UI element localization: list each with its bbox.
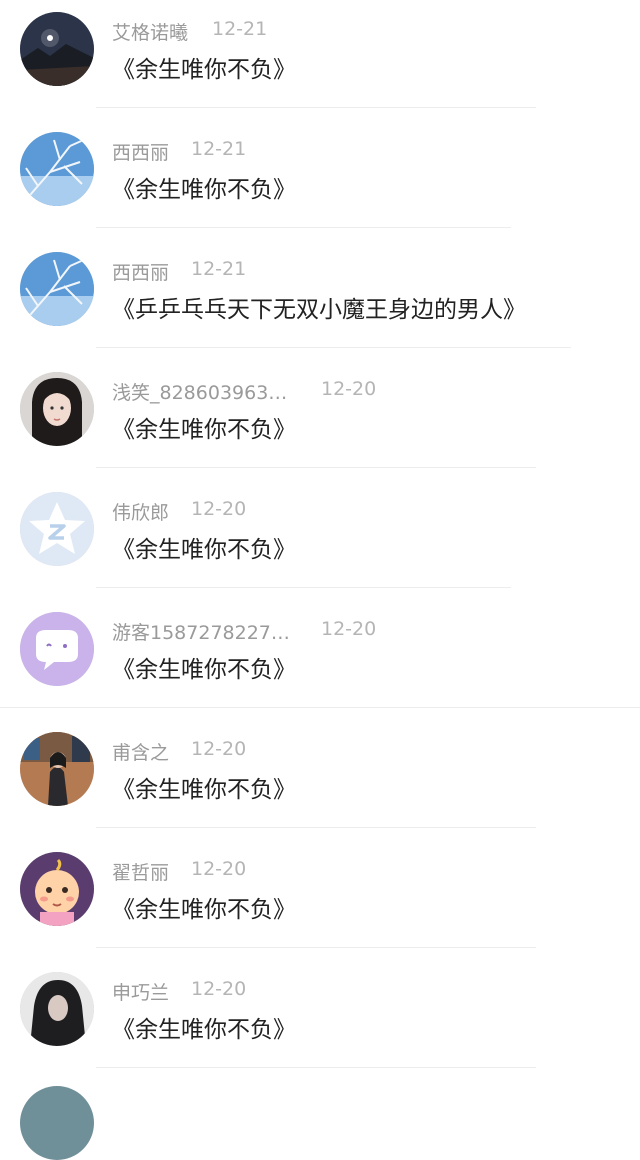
divider <box>96 467 536 468</box>
frost-branches-avatar[interactable] <box>20 252 94 326</box>
comment-item[interactable]: 游客1587278227… 12-20 《余生唯你不负》 <box>0 600 640 720</box>
comment-item[interactable]: 西西丽 12-21 《余生唯你不负》 <box>0 120 640 240</box>
comment-list: 艾格诺曦 12-21 《余生唯你不负》 西西丽 12-21 《余生唯你不负》 西… <box>0 0 640 1080</box>
street-photo-avatar[interactable] <box>20 732 94 806</box>
chat-bubble-avatar[interactable] <box>20 612 94 686</box>
divider <box>96 1067 536 1068</box>
comment-author[interactable]: 艾格诺曦 <box>112 18 188 45</box>
comment-date: 12-20 <box>191 738 247 760</box>
hooded-figure-avatar[interactable] <box>20 972 94 1046</box>
comment-book-title[interactable]: 《余生唯你不负》 <box>112 530 296 564</box>
cartoon-baby-avatar[interactable] <box>20 852 94 926</box>
comment-book-title[interactable]: 《余生唯你不负》 <box>112 50 296 84</box>
comment-book-title[interactable]: 《余生唯你不负》 <box>112 770 296 804</box>
comment-author[interactable]: 游客1587278227… <box>112 618 290 645</box>
comment-item[interactable]: 浅笑_828603963… 12-20 《余生唯你不负》 <box>0 360 640 480</box>
comment-author[interactable]: 西西丽 <box>112 138 169 165</box>
divider <box>96 947 536 948</box>
comment-date: 12-21 <box>212 18 268 40</box>
comment-item[interactable]: 伟欣郎 12-20 《余生唯你不负》 <box>0 480 640 600</box>
comment-book-title[interactable]: 《余生唯你不负》 <box>112 650 296 684</box>
comment-book-title[interactable]: 《余生唯你不负》 <box>112 410 296 444</box>
comment-book-title[interactable]: 《余生唯你不负》 <box>112 170 296 204</box>
comment-date: 12-21 <box>191 138 247 160</box>
comment-author[interactable]: 浅笑_828603963… <box>112 378 287 405</box>
comment-author[interactable]: 甫含之 <box>112 738 169 765</box>
comment-date: 12-21 <box>191 258 247 280</box>
comment-author[interactable]: 西西丽 <box>112 258 169 285</box>
frost-branches-avatar[interactable] <box>20 132 94 206</box>
night-landscape-avatar[interactable] <box>20 12 94 86</box>
comment-item[interactable]: 艾格诺曦 12-21 《余生唯你不负》 <box>0 0 640 120</box>
comment-item[interactable]: 申巧兰 12-20 《余生唯你不负》 <box>0 960 640 1080</box>
comment-date: 12-20 <box>191 978 247 1000</box>
comment-item[interactable]: 西西丽 12-21 《乒乒乓乓天下无双小魔王身边的男人》 <box>0 240 640 360</box>
comment-item[interactable]: 翟哲丽 12-20 《余生唯你不负》 <box>0 840 640 960</box>
comment-author[interactable]: 申巧兰 <box>112 978 169 1005</box>
comment-book-title[interactable]: 《余生唯你不负》 <box>112 1010 296 1044</box>
divider <box>96 827 536 828</box>
comment-item[interactable]: 甫含之 12-20 《余生唯你不负》 <box>0 720 640 840</box>
partial-avatar[interactable] <box>20 1086 94 1160</box>
comment-author[interactable]: 伟欣郎 <box>112 498 169 525</box>
comment-author[interactable]: 翟哲丽 <box>112 858 169 885</box>
divider <box>96 227 511 228</box>
comment-date: 12-20 <box>321 378 377 400</box>
divider <box>0 707 640 708</box>
divider <box>96 587 511 588</box>
portrait-girl-avatar[interactable] <box>20 372 94 446</box>
divider <box>96 347 571 348</box>
default-star-avatar[interactable] <box>20 492 94 566</box>
comment-date: 12-20 <box>191 858 247 880</box>
divider <box>96 107 536 108</box>
comment-book-title[interactable]: 《乒乒乓乓天下无双小魔王身边的男人》 <box>112 290 526 324</box>
comment-book-title[interactable]: 《余生唯你不负》 <box>112 890 296 924</box>
comment-date: 12-20 <box>321 618 377 640</box>
comment-date: 12-20 <box>191 498 247 520</box>
